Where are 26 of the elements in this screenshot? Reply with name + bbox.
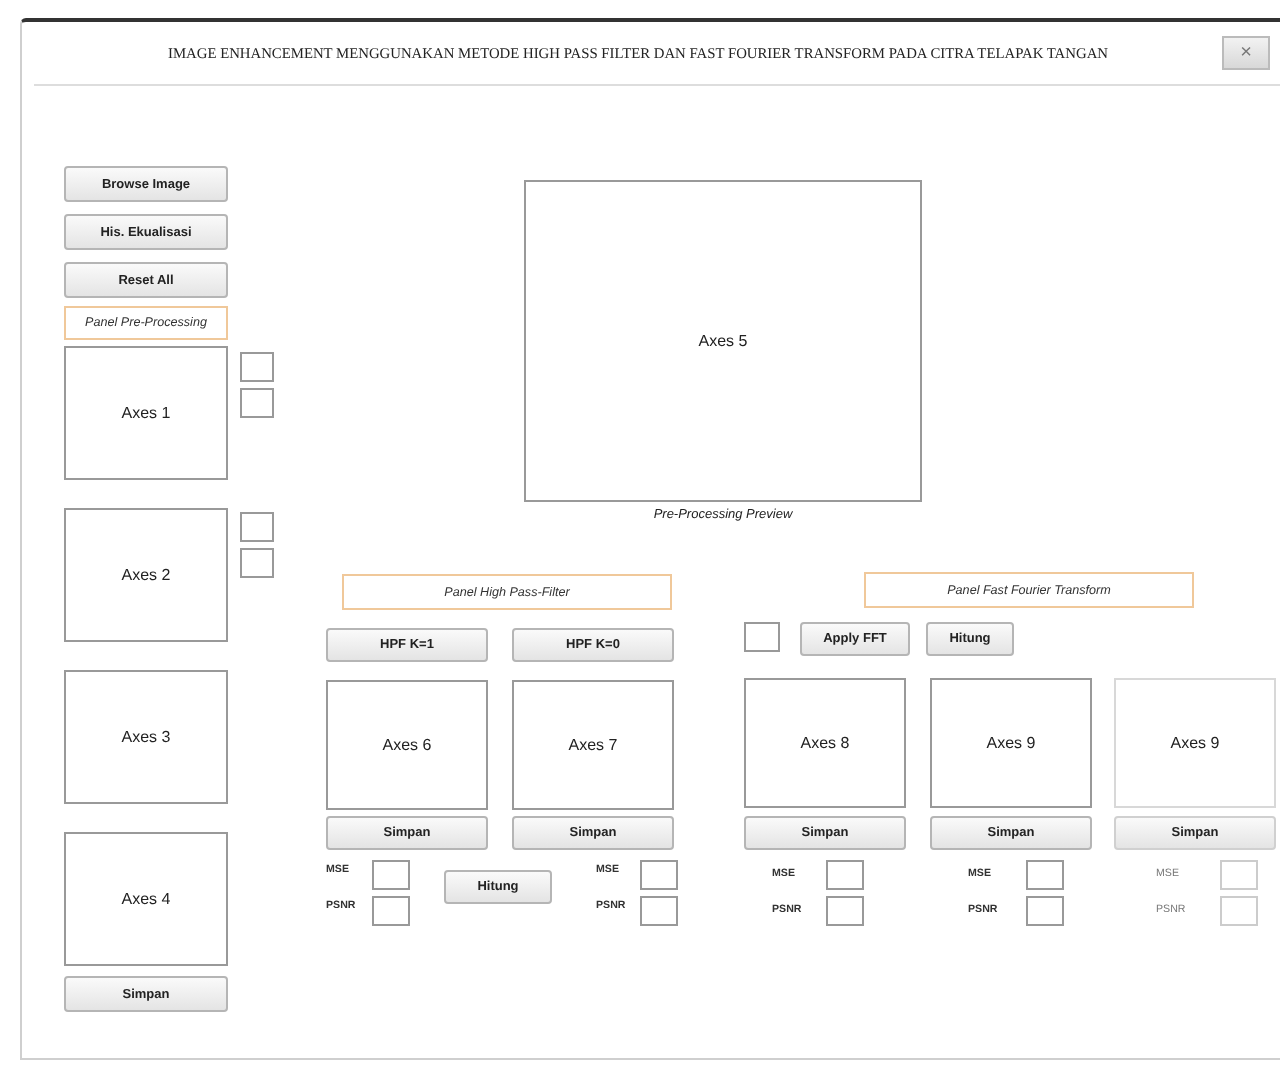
input-field[interactable] xyxy=(640,860,678,890)
input-field[interactable] xyxy=(1026,860,1064,890)
input-field[interactable] xyxy=(744,622,780,652)
input-field[interactable] xyxy=(826,860,864,890)
axes-label: Axes 5 xyxy=(698,332,748,350)
input-field[interactable] xyxy=(240,352,274,382)
input-field[interactable] xyxy=(240,548,274,578)
input-field[interactable] xyxy=(240,512,274,542)
axes-label: Axes 4 xyxy=(121,890,171,908)
input-field[interactable] xyxy=(640,896,678,926)
axes-label: Axes 8 xyxy=(800,734,850,752)
input-field[interactable] xyxy=(1026,896,1064,926)
input-field[interactable] xyxy=(240,388,274,418)
input-field[interactable] xyxy=(826,896,864,926)
axes-label: Axes 9 xyxy=(986,734,1036,752)
input-field[interactable] xyxy=(1220,860,1258,890)
axes-label: Axes 6 xyxy=(382,736,432,754)
input-field[interactable] xyxy=(1220,896,1258,926)
input-field[interactable] xyxy=(372,860,410,890)
axes-label: Axes 1 xyxy=(121,404,171,422)
input-field[interactable] xyxy=(372,896,410,926)
axes-label: Axes 9 xyxy=(1170,734,1220,752)
axes-label: Axes 3 xyxy=(121,728,171,746)
close-button[interactable]: × xyxy=(1222,36,1270,70)
axes-label: Axes 2 xyxy=(121,566,171,584)
axes-label: Axes 7 xyxy=(568,736,618,754)
